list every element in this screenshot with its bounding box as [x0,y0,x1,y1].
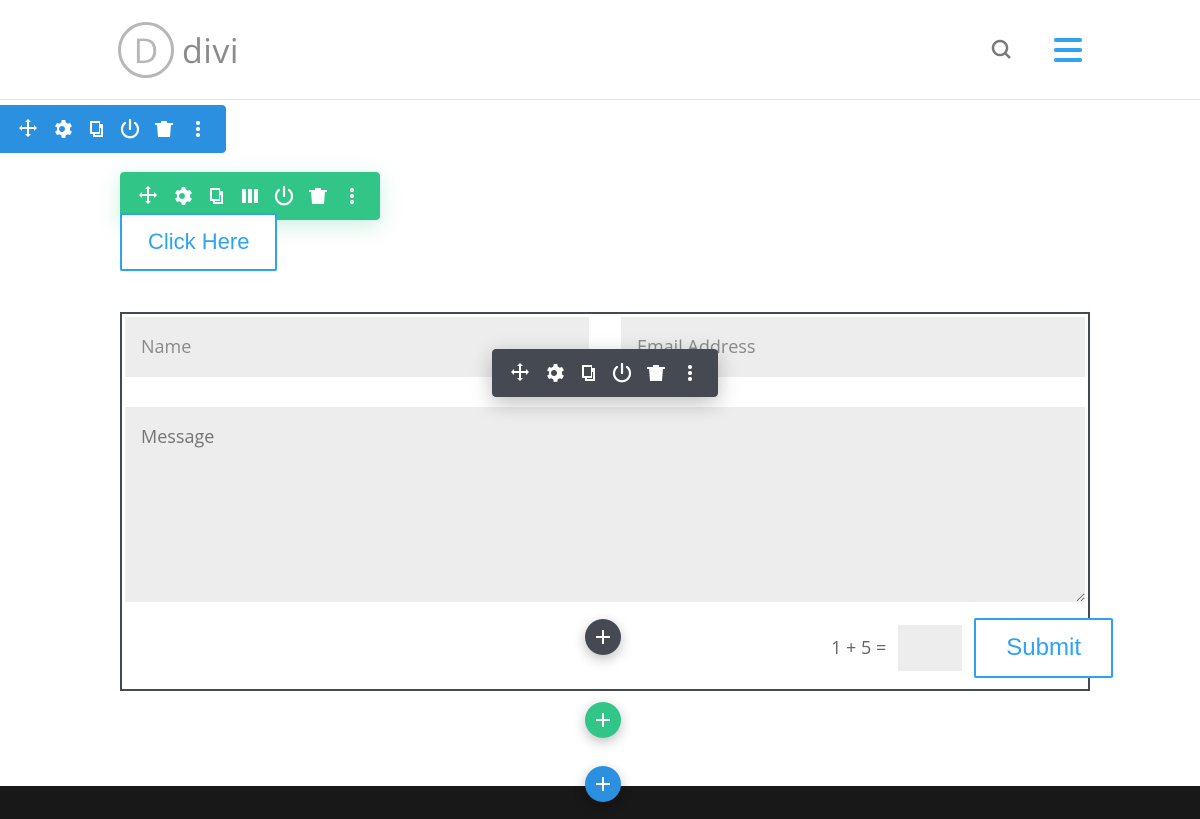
duplicate-icon[interactable] [206,186,226,206]
submit-button[interactable]: Submit [974,618,1113,678]
duplicate-icon[interactable] [86,119,106,139]
site-header: D divi [0,0,1200,100]
gear-icon[interactable] [172,186,192,206]
captcha-question: 1 + 5 = [831,636,886,660]
captcha-input[interactable] [898,625,962,671]
duplicate-icon[interactable] [578,363,598,383]
columns-icon[interactable] [240,186,260,206]
delete-icon[interactable] [308,186,328,206]
add-row-button[interactable] [585,702,621,738]
move-icon[interactable] [18,119,38,139]
add-section-button[interactable] [585,766,621,802]
site-logo[interactable]: D divi [118,22,239,78]
move-icon[interactable] [138,186,158,206]
logo-letter: D [134,27,159,73]
power-icon[interactable] [612,363,632,383]
gear-icon[interactable] [544,363,564,383]
power-icon[interactable] [120,119,140,139]
power-icon[interactable] [274,186,294,206]
add-module-button[interactable] [585,619,621,655]
logo-text: divi [182,27,239,73]
message-field[interactable] [125,407,1085,602]
logo-mark: D [118,22,174,78]
more-icon[interactable] [342,186,362,206]
search-icon[interactable] [990,38,1014,62]
gear-icon[interactable] [52,119,72,139]
move-icon[interactable] [510,363,530,383]
more-icon[interactable] [188,119,208,139]
more-icon[interactable] [680,363,700,383]
menu-icon[interactable] [1054,38,1082,62]
click-here-button[interactable]: Click Here [120,213,277,271]
section-toolbar [0,105,226,153]
header-actions [990,38,1082,62]
delete-icon[interactable] [646,363,666,383]
module-toolbar [492,349,718,397]
delete-icon[interactable] [154,119,174,139]
